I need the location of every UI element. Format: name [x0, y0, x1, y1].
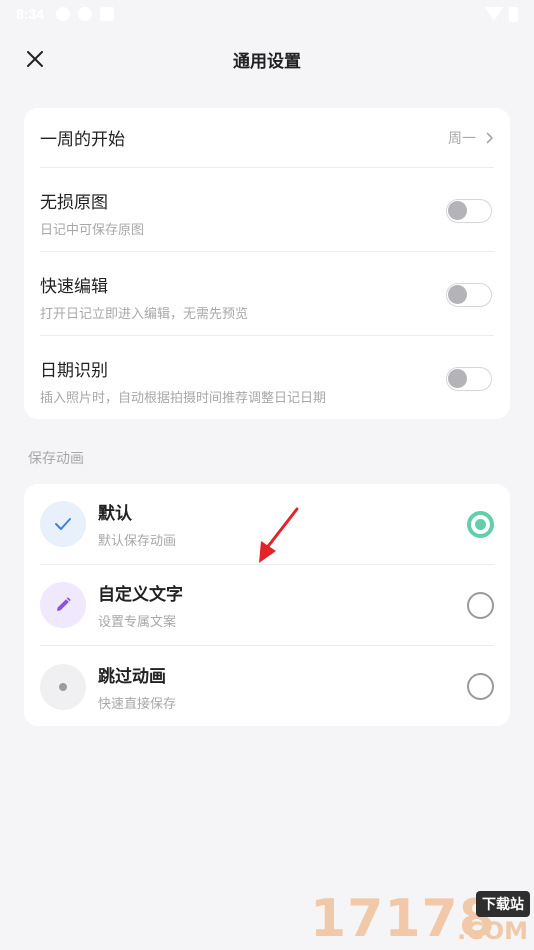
- status-bar: 8:34: [0, 0, 534, 28]
- animation-option-description: 设置专属文案: [98, 615, 177, 630]
- date-recognition-toggle[interactable]: [446, 367, 492, 391]
- page-title: 通用设置: [233, 51, 301, 72]
- wifi-icon: [485, 7, 503, 21]
- pencil-icon-badge: [40, 582, 86, 628]
- site-watermark: 17178 下载站 .COM: [310, 885, 532, 949]
- battery-icon: [509, 6, 518, 22]
- notification-icon: [100, 7, 115, 21]
- toggle-knob: [448, 285, 467, 304]
- animation-option-label: 自定义文字: [98, 585, 183, 605]
- pencil-icon: [57, 597, 71, 611]
- lossless-image-row: 无损原图 日记中可保存原图: [40, 168, 494, 252]
- status-time: 8:34: [16, 6, 45, 22]
- week-start-value-group: 周一: [448, 128, 494, 148]
- notification-icon: [78, 7, 93, 21]
- animation-option-custom-text[interactable]: 自定义文字 设置专属文案: [40, 565, 494, 646]
- quick-edit-row: 快速编辑 打开日记立即进入编辑，无需先预览: [40, 252, 494, 336]
- date-recognition-row: 日期识别 插入照片时，自动根据拍摄时间推荐调整日记日期: [40, 336, 494, 420]
- animation-skip-radio[interactable]: [467, 673, 494, 700]
- watermark-tag: 下载站: [476, 891, 530, 917]
- toggle-knob: [448, 369, 467, 388]
- animation-custom-text-radio[interactable]: [467, 592, 494, 619]
- close-icon: [27, 51, 43, 67]
- animation-option-description: 默认保存动画: [98, 534, 177, 549]
- status-notification-icons: [56, 7, 115, 21]
- save-animation-section-label: 保存动画: [28, 451, 84, 467]
- animation-option-text: 自定义文字 设置专属文案: [98, 580, 183, 630]
- close-button[interactable]: [20, 44, 50, 74]
- general-settings-card: 一周的开始 周一 无损原图 日记中可保存原图 快速编辑 打开日记立即进入编辑，无…: [24, 108, 510, 419]
- dot-icon-badge: [40, 663, 86, 710]
- check-icon: [55, 518, 71, 530]
- toggle-knob: [448, 201, 467, 220]
- week-start-row[interactable]: 一周的开始 周一: [40, 108, 494, 168]
- animation-option-skip[interactable]: 跳过动画 快速直接保存: [40, 646, 494, 727]
- date-recognition-label: 日期识别: [40, 361, 108, 381]
- app-header: 通用设置: [0, 36, 534, 82]
- animation-option-text: 默认 默认保存动画: [98, 499, 176, 549]
- quick-edit-label: 快速编辑: [40, 277, 108, 297]
- lossless-image-label: 无损原图: [40, 193, 108, 213]
- chevron-right-icon: [486, 132, 493, 143]
- week-start-value: 周一: [448, 130, 476, 147]
- animation-option-text: 跳过动画 快速直接保存: [98, 662, 176, 712]
- watermark-suffix: .COM: [456, 917, 528, 945]
- week-start-label: 一周的开始: [40, 130, 125, 150]
- status-system-icons: [485, 6, 518, 22]
- date-recognition-description: 插入照片时，自动根据拍摄时间推荐调整日记日期: [40, 391, 327, 406]
- quick-edit-toggle[interactable]: [446, 283, 492, 307]
- animation-default-radio[interactable]: [467, 511, 494, 538]
- notification-icon: [56, 7, 71, 21]
- lossless-image-toggle[interactable]: [446, 199, 492, 223]
- check-icon-badge: [40, 501, 86, 547]
- annotation-arrow-icon: [259, 507, 299, 563]
- dot-icon: [59, 682, 67, 691]
- animation-option-label: 跳过动画: [98, 666, 166, 687]
- animation-option-label: 默认: [98, 504, 132, 524]
- animation-option-description: 快速直接保存: [98, 696, 177, 712]
- lossless-image-description: 日记中可保存原图: [40, 223, 145, 238]
- quick-edit-description: 打开日记立即进入编辑，无需先预览: [40, 307, 249, 322]
